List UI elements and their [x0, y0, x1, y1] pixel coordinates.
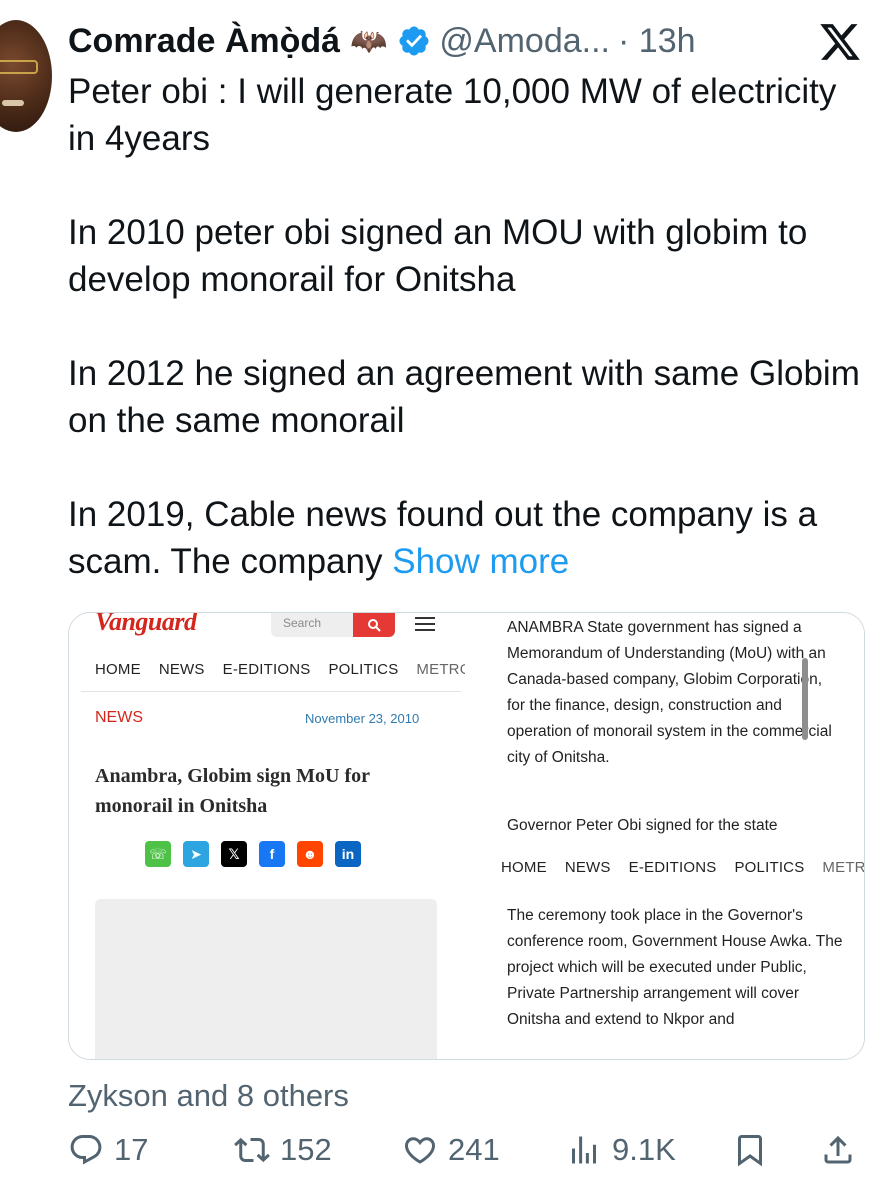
author-name[interactable]: Comrade Àmọ̀dá	[68, 22, 340, 61]
nav-metro: METRO	[822, 859, 865, 876]
views-icon	[572, 1136, 596, 1164]
show-more-link[interactable]: Show more	[392, 542, 569, 581]
tweet-paragraph: In 2019, Cable news found out the compan…	[68, 491, 868, 585]
article-image-placeholder	[95, 899, 437, 1059]
article-category: NEWS	[95, 709, 143, 726]
share-icon	[824, 1135, 852, 1164]
share-button[interactable]	[820, 1128, 856, 1172]
menu-icon	[415, 617, 435, 635]
nav-divider	[81, 691, 461, 692]
nav-home: HOME	[501, 859, 547, 876]
vanguard-logo: Vanguard	[95, 612, 197, 636]
reply-count: 17	[114, 1132, 149, 1167]
tweet-media-image[interactable]: Vanguard Search HOME NEWS E-EDITIONS POL…	[68, 612, 865, 1060]
retweet-icon	[234, 1137, 270, 1163]
nav-politics: POLITICS	[328, 661, 399, 678]
heart-icon	[404, 1137, 436, 1164]
nav-e-editions: E-EDITIONS	[222, 661, 311, 678]
tweet-time[interactable]: · 13h	[618, 22, 696, 61]
article-date: November 23, 2010	[305, 711, 420, 726]
nav-home: HOME	[95, 661, 141, 678]
nav-e-editions: E-EDITIONS	[628, 859, 717, 876]
tweet-header: Comrade Àmọ̀dá 🦇 @Amoda... · 13h	[68, 18, 696, 64]
reply-button[interactable]: 17	[68, 1128, 148, 1172]
article-title: Anambra, Globim sign MoU for monorail in…	[95, 765, 370, 817]
x-logo-icon[interactable]	[818, 20, 862, 64]
avatar-glasses	[0, 60, 38, 74]
tweet-paragraph: In 2012 he signed an agreement with same…	[68, 354, 860, 440]
author-handle[interactable]: @Amoda...	[439, 22, 610, 61]
telegram-icon: ➤	[183, 841, 209, 867]
bookmark-button[interactable]	[732, 1128, 768, 1172]
search-icon	[368, 619, 381, 632]
site-nav: HOME NEWS E-EDITIONS POLITICS METRO	[95, 661, 472, 678]
views-button[interactable]: 9.1K	[566, 1128, 676, 1172]
verified-badge-icon	[399, 26, 429, 56]
x-icon: 𝕏	[221, 841, 247, 867]
site-search-button	[353, 613, 395, 637]
author-avatar[interactable]	[0, 20, 52, 132]
like-button[interactable]: 241	[402, 1128, 500, 1172]
whatsapp-icon: ☏	[145, 841, 171, 867]
scrollbar[interactable]	[802, 658, 808, 740]
nav-metro: METRO	[416, 661, 472, 678]
vanguard-screenshot-left: Vanguard Search HOME NEWS E-EDITIONS POL…	[69, 612, 471, 1059]
avatar-mouth	[2, 100, 24, 106]
tweet-paragraph: Peter obi : I will generate 10,000 MW of…	[68, 72, 837, 158]
liked-by-text[interactable]: Zykson and 8 others	[68, 1078, 349, 1114]
article-body-paragraph: ANAMBRA State government has signed a Me…	[507, 619, 832, 766]
facebook-icon: f	[259, 841, 285, 867]
retweet-button[interactable]: 152	[234, 1128, 332, 1172]
views-count: 9.1K	[612, 1132, 676, 1167]
tweet-paragraph: In 2010 peter obi signed an MOU with glo…	[68, 213, 808, 299]
site-search-input: Search	[271, 613, 353, 637]
bat-emoji-icon: 🦇	[350, 24, 388, 58]
tweet-text: Peter obi : I will generate 10,000 MW of…	[68, 68, 868, 585]
nav-politics: POLITICS	[734, 859, 805, 876]
site-nav-right: HOME NEWS E-EDITIONS POLITICS METRO	[501, 859, 865, 876]
like-count: 241	[448, 1132, 500, 1167]
retweet-count: 152	[280, 1132, 332, 1167]
article-body-paragraph: Governor Peter Obi signed for the state	[507, 817, 778, 834]
reply-icon	[70, 1135, 102, 1165]
reddit-icon: ☻	[297, 841, 323, 867]
bookmark-icon	[738, 1135, 762, 1167]
nav-news: NEWS	[564, 859, 611, 876]
nav-news: NEWS	[158, 661, 205, 678]
linkedin-icon: in	[335, 841, 361, 867]
tweet-action-bar: 17 152 241 9.1K	[68, 1128, 868, 1172]
share-buttons: ☏ ➤ 𝕏f ☻ in	[145, 841, 361, 867]
article-body-paragraph: The ceremony took place in the Governor'…	[507, 907, 843, 1028]
